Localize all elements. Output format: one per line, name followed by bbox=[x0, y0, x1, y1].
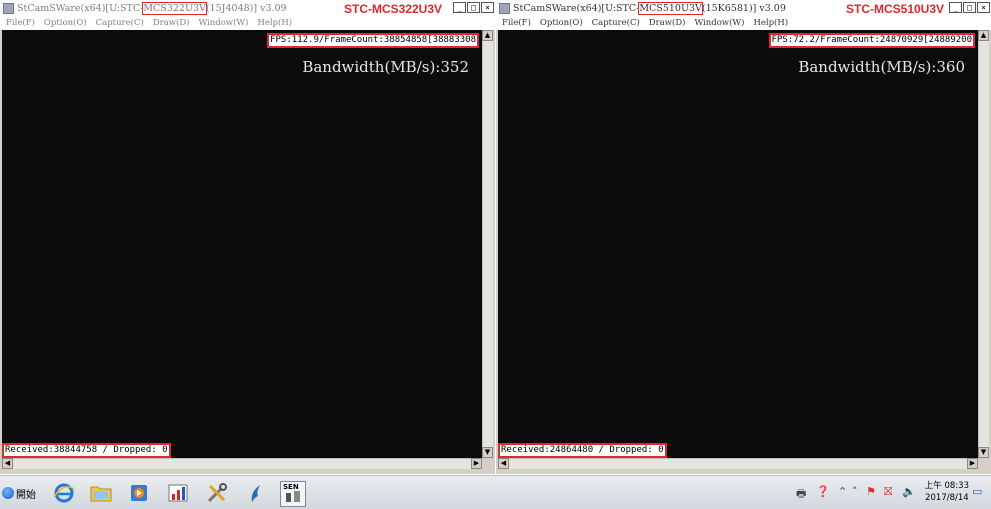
menu-option[interactable]: Option(O) bbox=[44, 17, 87, 30]
menu-capture[interactable]: Capture(C) bbox=[96, 17, 144, 30]
network-icon[interactable]: ⛝ bbox=[884, 485, 892, 499]
fps-readout: FPS:72.2/FrameCount:24870929[24889200 bbox=[768, 33, 975, 48]
tools-icon[interactable] bbox=[205, 481, 229, 505]
folder-icon[interactable] bbox=[89, 481, 113, 505]
vertical-scrollbar[interactable]: ▲ ▼ bbox=[978, 30, 989, 458]
windows-orb-icon bbox=[2, 487, 14, 499]
menu-option[interactable]: Option(O) bbox=[540, 17, 583, 30]
sen-app-icon[interactable]: SEN bbox=[280, 481, 306, 507]
maximize-button[interactable]: □ bbox=[963, 2, 976, 13]
clock-date: 2017/8/14 bbox=[925, 493, 969, 503]
model-label: STC-MCS510U3V bbox=[846, 2, 945, 16]
close-button[interactable]: × bbox=[977, 2, 990, 13]
start-button[interactable]: 開始 bbox=[2, 484, 36, 502]
camera-window-right: StCamSWare(x64)[U:STC-MCS510U3V(15K6581)… bbox=[496, 0, 991, 474]
camera-view[interactable]: FPS:72.2/FrameCount:24870929[24889200 Ba… bbox=[498, 30, 979, 458]
menu-bar: File(F) Option(O) Capture(C) Draw(D) Win… bbox=[0, 17, 495, 30]
scroll-left-button[interactable]: ◀ bbox=[2, 458, 13, 469]
camera-window-left: StCamSWare(x64)[U:STC-MCS322U3V(15J4048)… bbox=[0, 0, 495, 474]
sen-label: SEN bbox=[283, 483, 299, 491]
scroll-down-button[interactable]: ▼ bbox=[978, 447, 989, 458]
clock[interactable]: 上午 08:33 2017/8/14 bbox=[925, 480, 969, 504]
window-title: StCamSWare(x64)[U:STC-MCS510U3V(15K6581)… bbox=[513, 2, 786, 15]
horizontal-scrollbar[interactable]: ◀ ▶ bbox=[2, 458, 482, 469]
ie-icon[interactable] bbox=[52, 481, 76, 505]
chevron-up-icon[interactable]: ˄ bbox=[852, 485, 858, 498]
maximize-button[interactable]: □ bbox=[467, 2, 480, 13]
flag-icon[interactable]: ⚑ bbox=[866, 485, 876, 498]
clock-time: 上午 08:33 bbox=[924, 481, 969, 491]
scroll-left-button[interactable]: ◀ bbox=[498, 458, 509, 469]
scroll-right-button[interactable]: ▶ bbox=[967, 458, 978, 469]
scroll-up-button[interactable]: ▲ bbox=[978, 30, 989, 41]
minimize-button[interactable]: _ bbox=[949, 2, 962, 13]
title-model-highlight: MCS322U3V bbox=[142, 2, 207, 15]
camera-view[interactable]: FPS:112.9/FrameCount:38854858[38883308 B… bbox=[2, 30, 483, 458]
close-button[interactable]: × bbox=[481, 2, 494, 13]
start-label: 開始 bbox=[16, 489, 36, 501]
menu-help[interactable]: Help(H) bbox=[753, 17, 788, 30]
bandwidth-readout: Bandwidth(MB/s):352 bbox=[302, 58, 469, 76]
menu-window[interactable]: Window(W) bbox=[694, 17, 744, 30]
chart-app-icon[interactable] bbox=[166, 481, 190, 505]
vertical-scrollbar[interactable]: ▲ ▼ bbox=[482, 30, 493, 458]
scroll-up-button[interactable]: ▲ bbox=[482, 30, 493, 41]
minimize-button[interactable]: _ bbox=[453, 2, 466, 13]
menu-file[interactable]: File(F) bbox=[502, 17, 531, 30]
title-bar[interactable]: StCamSWare(x64)[U:STC-MCS322U3V(15J4048)… bbox=[0, 0, 495, 17]
printer-icon[interactable]: 🖶 bbox=[796, 485, 806, 504]
show-desktop-icon[interactable]: ▭ bbox=[972, 485, 982, 498]
horizontal-scrollbar[interactable]: ◀ ▶ bbox=[498, 458, 978, 469]
menu-draw[interactable]: Draw(D) bbox=[153, 17, 190, 30]
fps-readout: FPS:112.9/FrameCount:38854858[38883308 bbox=[267, 33, 479, 48]
received-readout: Received:38844758 / Dropped: 0 bbox=[2, 443, 171, 458]
window-title: StCamSWare(x64)[U:STC-MCS322U3V(15J4048)… bbox=[17, 2, 287, 15]
title-bar[interactable]: StCamSWare(x64)[U:STC-MCS510U3V(15K6581)… bbox=[496, 0, 991, 17]
received-readout: Received:24864480 / Dropped: 0 bbox=[498, 443, 667, 458]
menu-help[interactable]: Help(H) bbox=[257, 17, 292, 30]
media-player-icon[interactable] bbox=[127, 481, 151, 505]
dolphin-icon[interactable] bbox=[244, 481, 268, 505]
tray-expand-icon[interactable]: ⌃ bbox=[838, 485, 847, 498]
scroll-right-button[interactable]: ▶ bbox=[471, 458, 482, 469]
menu-file[interactable]: File(F) bbox=[6, 17, 35, 30]
menu-bar: File(F) Option(O) Capture(C) Draw(D) Win… bbox=[496, 17, 991, 30]
menu-draw[interactable]: Draw(D) bbox=[649, 17, 686, 30]
taskbar: 開始 SEN 🖶 ❓ ⌃ ˄ ⚑ ⛝ 🔈 上午 08:33 2017/8/14 … bbox=[0, 475, 991, 509]
title-model-highlight: MCS510U3V bbox=[638, 2, 703, 15]
menu-capture[interactable]: Capture(C) bbox=[592, 17, 640, 30]
app-icon bbox=[3, 3, 14, 14]
bandwidth-readout: Bandwidth(MB/s):360 bbox=[798, 58, 965, 76]
scroll-down-button[interactable]: ▼ bbox=[482, 447, 493, 458]
model-label: STC-MCS322U3V bbox=[344, 2, 443, 16]
app-icon bbox=[499, 3, 510, 14]
menu-window[interactable]: Window(W) bbox=[198, 17, 248, 30]
speaker-icon[interactable]: 🔈 bbox=[902, 485, 916, 498]
help-icon[interactable]: ❓ bbox=[816, 485, 830, 498]
